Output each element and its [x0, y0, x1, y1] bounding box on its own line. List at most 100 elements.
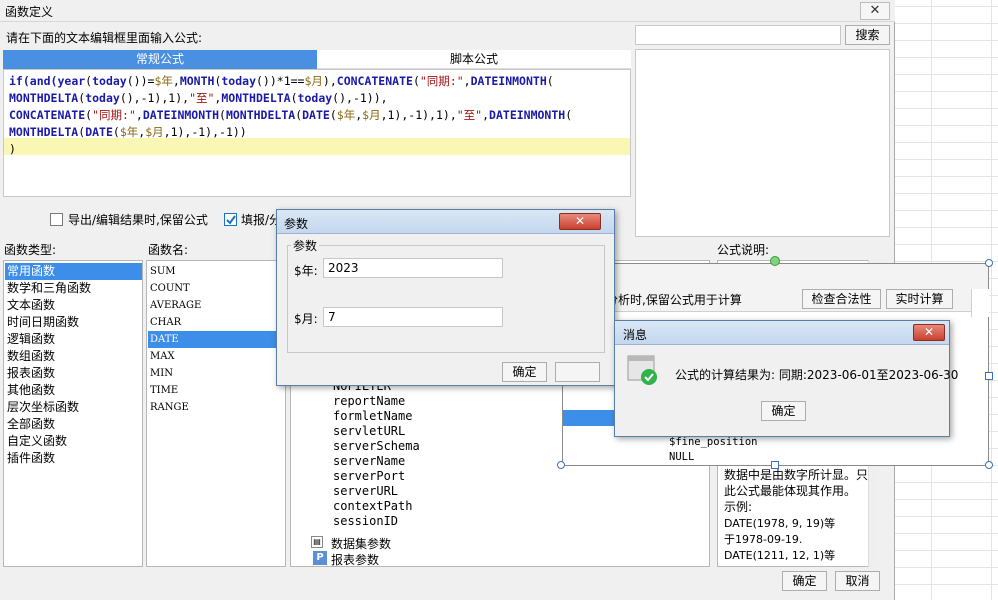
function-type-item[interactable]: 时间日期函数 [5, 314, 142, 331]
parameter-tree-item[interactable]: serverURL [331, 484, 398, 499]
function-type-item[interactable]: 数组函数 [5, 348, 142, 365]
function-type-item[interactable]: 文本函数 [5, 297, 142, 314]
code-token: ( [219, 108, 226, 122]
keep-formula-fill-checkbox[interactable] [224, 213, 237, 226]
parameter-tree-item[interactable]: formletName [331, 409, 412, 424]
code-token: , [172, 74, 180, 88]
description-line: DATE(1211, 12, 1)等 [724, 549, 836, 562]
code-token: if(and( [9, 74, 58, 88]
month-param-input[interactable]: 7 [323, 307, 503, 327]
parameter-tree-item[interactable]: serverSchema [331, 439, 420, 454]
resize-handle-top-right[interactable] [985, 259, 993, 267]
overlay-item-null[interactable]: NULL [669, 451, 694, 463]
code-token: , [463, 74, 471, 88]
message-text: 公式的计算结果为: 同期:2023-06-01至2023-06-30 [675, 368, 959, 382]
ok-button[interactable]: 确定 [782, 571, 827, 591]
formula-editor[interactable]: if(and(year(today())=$年,MONTH(today())*1… [3, 69, 631, 197]
code-token: today [85, 91, 120, 105]
code-token: ) [9, 142, 16, 156]
window-title: 函数定义 [5, 5, 54, 19]
resize-handle-bottom-left[interactable] [557, 461, 565, 469]
code-token: MONTH [179, 74, 215, 88]
description-line: DATE(1978, 9, 19)等 [724, 517, 836, 530]
function-name-item[interactable]: MIN [148, 365, 285, 382]
parameter-dialog-titlebar: 参数 ✕ [277, 210, 614, 234]
search-button[interactable]: 搜索 [845, 25, 890, 45]
month-param-label: $月: [294, 312, 318, 326]
keep-formula-export-checkbox[interactable] [50, 213, 63, 226]
function-names-list[interactable]: SUM COUNT AVERAGE CHAR DATE MAX MIN TIME RANGE [146, 260, 286, 567]
function-name-item[interactable]: DATE [148, 331, 285, 348]
parameter-tree-item[interactable]: contextPath [331, 499, 412, 514]
function-type-item[interactable]: 逻辑函数 [5, 331, 142, 348]
parameter-tree-item[interactable]: serverName [331, 454, 405, 469]
function-names-label: 函数名: [148, 243, 189, 257]
code-token: ( [565, 108, 573, 122]
parameter-tree-item[interactable]: servletURL [331, 424, 405, 439]
realtime-calc-button[interactable]: 实时计算 [886, 289, 953, 309]
rotate-handle[interactable] [770, 256, 780, 266]
function-types-list[interactable]: 常用函数 数学和三角函数 文本函数 时间日期函数 逻辑函数 数组函数 报表函数 其他函数 层次坐… [3, 260, 143, 567]
function-type-item[interactable]: 自定义函数 [5, 433, 142, 450]
function-type-item[interactable]: 数学和三角函数 [5, 280, 142, 297]
tree-group-dataset[interactable]: 数据集参数 [331, 535, 391, 552]
code-line: MONTHDELTA(DATE($年,$月,1),-1),-1)) [9, 124, 247, 140]
cancel-button[interactable]: 取消 [835, 571, 880, 591]
function-name-item[interactable]: RANGE [148, 399, 285, 416]
report-param-icon: P [313, 551, 327, 565]
parameter-tree-item[interactable]: reportName [331, 394, 405, 409]
code-token: ( [290, 91, 298, 105]
code-token: MONTHDELTA [221, 91, 291, 105]
code-token: DATE [302, 108, 330, 122]
function-name-item[interactable]: CHAR [148, 314, 285, 331]
function-type-item[interactable]: 其他函数 [5, 382, 142, 399]
code-token: $月 [145, 125, 164, 139]
code-token: ,1),-1),1), [380, 108, 457, 122]
code-token: MONTHDELTA [225, 108, 296, 122]
function-name-item[interactable]: COUNT [148, 280, 285, 297]
description-line: 示例: [724, 500, 753, 514]
parameter-dialog-close-button[interactable]: ✕ [559, 213, 601, 230]
parameter-cancel-button[interactable] [555, 362, 600, 382]
function-type-item[interactable]: 插件函数 [5, 450, 142, 467]
resize-handle-bottom[interactable] [771, 461, 779, 469]
function-name-item[interactable]: AVERAGE [148, 297, 285, 314]
function-type-item[interactable]: 层次坐标函数 [5, 399, 142, 416]
parameter-ok-button[interactable]: 确定 [502, 362, 547, 382]
tree-group-report[interactable]: 报表参数 [331, 551, 379, 566]
year-param-input[interactable]: 2023 [323, 258, 503, 278]
tab-script-formula[interactable]: 脚本公式 [317, 50, 631, 69]
code-token: DATEINMONTH [470, 74, 547, 88]
message-dialog-title: 消息 [623, 328, 648, 342]
search-results-panel [635, 49, 890, 237]
parameter-group-label: 参数 [291, 237, 320, 254]
parameter-tree-item[interactable]: sessionID [331, 514, 398, 529]
code-token: ())= [126, 74, 155, 88]
overlay-item-fine-position[interactable]: $fine_position [669, 436, 758, 448]
code-token: , [482, 108, 490, 122]
toolbar-edge [971, 289, 989, 317]
parameter-dialog: 参数 ✕ 参数 $年: 2023 $月: 7 确定 [276, 209, 615, 386]
function-type-item[interactable]: 全部函数 [5, 416, 142, 433]
code-line: ) [9, 141, 16, 157]
message-ok-button[interactable]: 确定 [761, 401, 806, 421]
message-dialog-close-button[interactable]: ✕ [913, 324, 945, 341]
resize-handle-right[interactable] [985, 372, 993, 380]
code-token: $年 [119, 125, 139, 139]
tab-regular-formula[interactable]: 常规公式 [3, 50, 317, 69]
function-name-item[interactable]: MAX [148, 348, 285, 365]
code-token: ), [322, 74, 337, 88]
function-name-item[interactable]: TIME [148, 382, 285, 399]
year-param-label: $年: [294, 264, 318, 278]
code-token: ( [412, 74, 420, 88]
resize-handle-bottom-right[interactable] [985, 461, 993, 469]
window-close-button[interactable]: ✕ [860, 2, 890, 20]
parameter-tree-item[interactable]: serverPort [331, 469, 405, 484]
function-type-item[interactable]: 常用函数 [5, 263, 142, 280]
search-input[interactable] [635, 25, 841, 45]
function-type-item[interactable]: 报表函数 [5, 365, 142, 382]
code-token: ())*1== [256, 74, 305, 88]
function-name-item[interactable]: SUM [148, 263, 285, 280]
code-token: year [57, 74, 86, 88]
check-validity-button[interactable]: 检查合法性 [802, 289, 881, 309]
